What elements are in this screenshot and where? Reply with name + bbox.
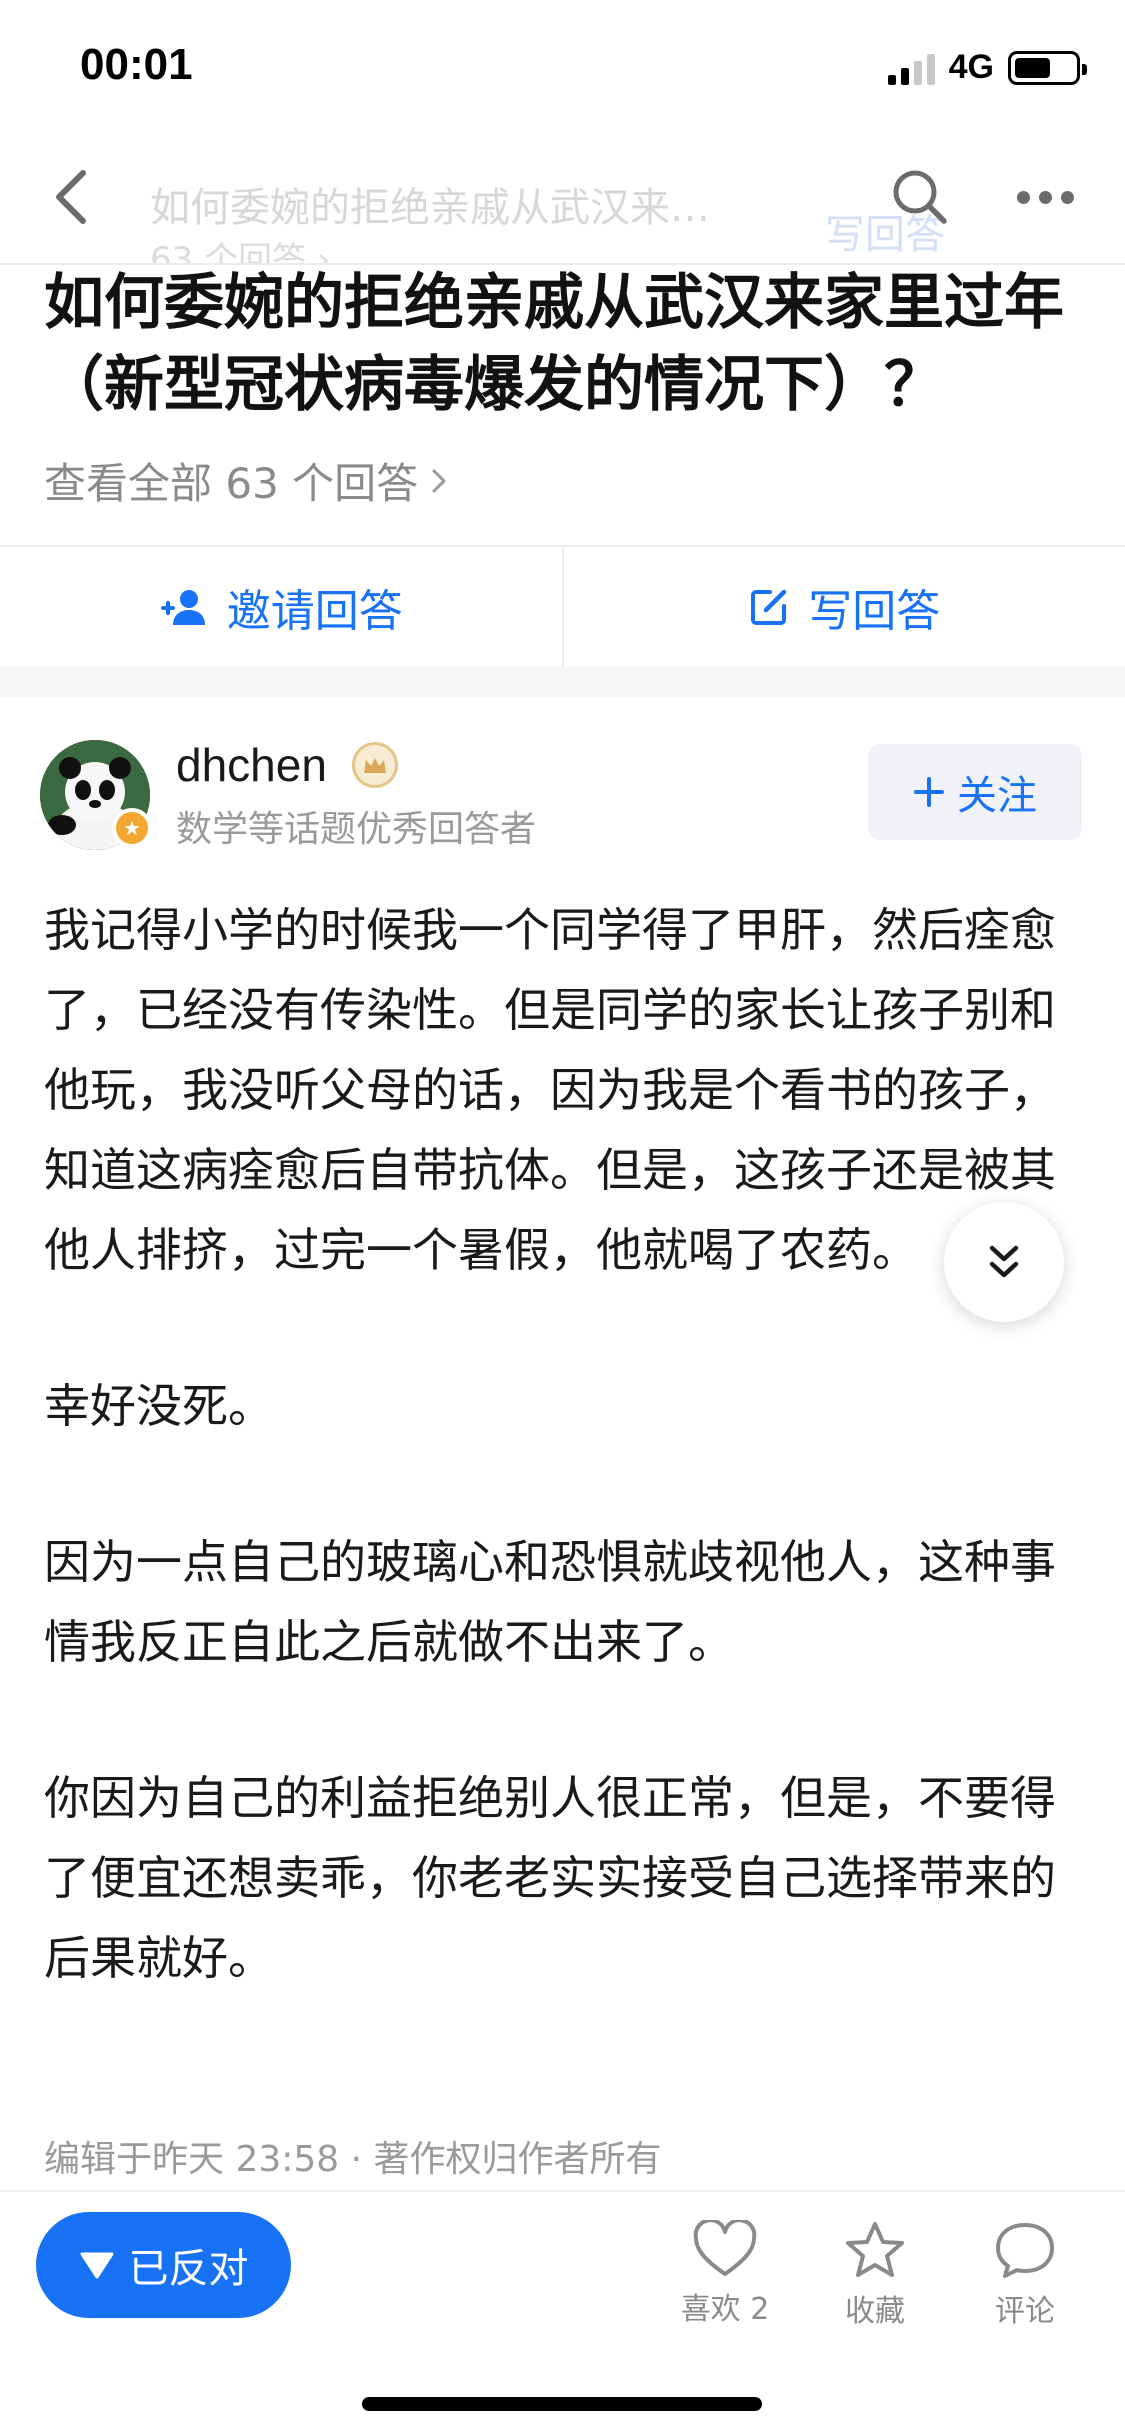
like-label: 喜欢 2 xyxy=(680,2292,770,2327)
crown-badge-icon xyxy=(352,742,398,788)
search-button[interactable] xyxy=(885,162,955,232)
like-button[interactable]: 喜欢 2 xyxy=(670,2220,780,2328)
favorite-button[interactable]: 收藏 xyxy=(820,2220,930,2330)
answer-paragraph: 我记得小学的时候我一个同学得了甲肝，然后痊愈了，已经没有传染性。但是同学的家长让… xyxy=(44,903,1056,1277)
question-actions: 邀请回答 写回答 xyxy=(0,545,1125,667)
triangle-down-icon xyxy=(80,2252,113,2279)
home-indicator[interactable] xyxy=(362,2397,762,2411)
double-chevron-down-icon xyxy=(989,1245,1019,1278)
invite-answer-button[interactable]: 邀请回答 xyxy=(0,547,562,667)
back-button[interactable] xyxy=(36,162,106,232)
invite-answer-label: 邀请回答 xyxy=(226,586,403,637)
answer-paragraph: 你因为自己的利益拒绝别人很正常，但是，不要得了便宜还想卖乖，你老老实实接受自己选… xyxy=(44,1771,1056,1985)
status-bar: 00:01 4G xyxy=(0,0,1125,140)
search-icon xyxy=(893,170,947,224)
author-title: 数学等话题优秀回答者 xyxy=(176,809,537,850)
answer-paragraph: 幸好没死。 xyxy=(44,1379,274,1433)
view-all-label: 查看全部 63 个回答 xyxy=(44,459,419,508)
status-indicators: 4G xyxy=(887,48,1087,87)
more-dots-icon xyxy=(1016,190,1030,204)
answer-content: 我记得小学的时候我一个同学得了甲肝，然后痊愈了，已经没有传染性。但是同学的家长让… xyxy=(44,890,1086,1998)
favorite-label: 收藏 xyxy=(845,2294,905,2329)
plus-icon xyxy=(914,777,944,807)
invite-user-icon xyxy=(160,590,205,625)
oppose-label: 已反对 xyxy=(128,2246,249,2292)
battery-icon xyxy=(1008,50,1087,85)
status-time: 00:01 xyxy=(80,40,193,89)
comment-label: 评论 xyxy=(995,2294,1055,2329)
comment-button[interactable]: 评论 xyxy=(970,2220,1080,2330)
heart-icon xyxy=(693,2220,757,2276)
question-title[interactable]: 如何委婉的拒绝亲戚从武汉来家里过年（新型冠状病毒爆发的情况下）？ xyxy=(44,262,1094,426)
author-name[interactable]: dhchen xyxy=(176,738,327,792)
chevron-right-icon xyxy=(432,469,446,492)
answer-meta: 编辑于昨天 23:58 · 著作权归作者所有 xyxy=(44,2139,662,2180)
signal-icon xyxy=(887,51,935,85)
follow-button[interactable]: 关注 xyxy=(868,744,1082,840)
view-all-answers-link[interactable]: 查看全部 63 个回答 xyxy=(44,450,448,511)
nav-answer-count: 63 个回答 › xyxy=(150,240,331,265)
edit-icon xyxy=(751,589,787,625)
section-divider xyxy=(0,667,1125,697)
answer-paragraph: 因为一点自己的玻璃心和恐惧就歧视他人，这种事情我反正自此之后就做不出来了。 xyxy=(44,1535,1056,1669)
nav-question-title: 如何委婉的拒绝亲戚从武汉来… xyxy=(150,185,710,231)
collapse-answer-button[interactable] xyxy=(944,1202,1064,1322)
write-answer-button[interactable]: 写回答 xyxy=(561,547,1125,667)
nav-bar: 如何委婉的拒绝亲戚从武汉来… 63 个回答 › 写回答 xyxy=(0,140,1125,265)
chevron-left-icon xyxy=(56,170,86,224)
write-answer-label: 写回答 xyxy=(808,586,941,637)
network-type: 4G xyxy=(948,48,994,86)
star-icon xyxy=(846,2222,904,2277)
excellent-answerer-badge-icon: ★ xyxy=(112,808,152,848)
comment-bubble-icon xyxy=(996,2223,1054,2278)
oppose-button[interactable]: 已反对 xyxy=(36,2212,291,2318)
follow-label: 关注 xyxy=(957,773,1037,819)
more-button[interactable] xyxy=(1005,162,1085,232)
